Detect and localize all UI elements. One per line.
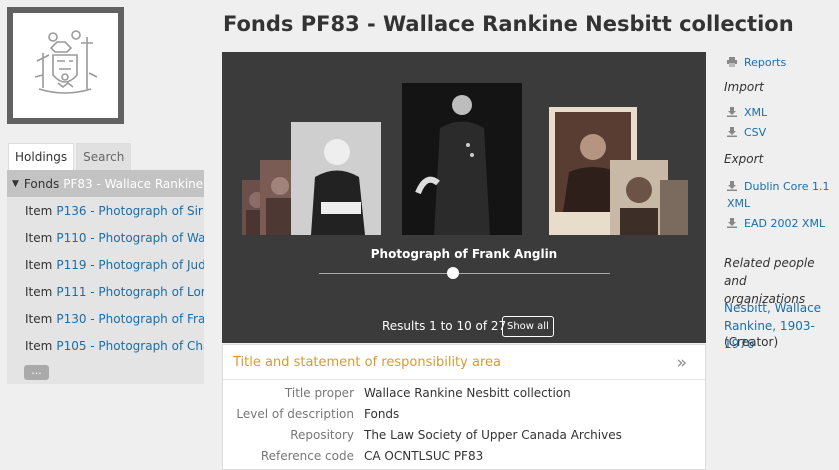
tree-item[interactable]: Item P119 - Photograph of Jud... <box>7 251 204 278</box>
holdings-tree: ▼ Fonds PF83 - Wallace Rankine ... Item … <box>7 170 204 384</box>
import-csv-label[interactable]: CSV <box>744 126 766 139</box>
import-xml-label[interactable]: XML <box>744 106 767 119</box>
tree-item-link[interactable]: P110 - Photograph of Wal... <box>56 231 204 245</box>
tree-item-level: Item <box>25 230 53 245</box>
page-title: Fonds PF83 - Wallace Rankine Nesbitt col… <box>223 12 794 36</box>
tree-tabs: Holdings Search <box>8 143 132 170</box>
tree-item[interactable]: Item P110 - Photograph of Wal... <box>7 224 204 251</box>
import-heading: Import <box>724 80 764 94</box>
tree-item-link[interactable]: P105 - Photograph of Cha... <box>56 339 204 353</box>
carousel-thumbnail[interactable] <box>291 122 381 235</box>
section-heading[interactable]: Title and statement of responsibility ar… <box>223 345 705 380</box>
field-title-proper: Title proper Wallace Rankine Nesbitt col… <box>223 382 705 403</box>
reports-link-label[interactable]: Reports <box>744 56 786 69</box>
field-value: CA OCNTLSUC PF83 <box>364 448 484 463</box>
related-role: (Creator) <box>724 335 779 349</box>
import-csv-link[interactable]: CSV <box>727 126 766 139</box>
download-icon <box>727 218 737 228</box>
export-dublin-core-label-line2[interactable]: XML <box>727 197 750 210</box>
field-label: Level of description <box>236 406 354 421</box>
field-reference-code: Reference code CA OCNTLSUC PF83 <box>223 445 705 466</box>
tree-more-button[interactable]: ... <box>24 365 49 380</box>
download-icon <box>727 127 737 137</box>
carousel-thumbnail-active[interactable] <box>402 83 522 235</box>
image-carousel: Photograph of Frank Anglin Results 1 to … <box>222 52 706 343</box>
tab-search[interactable]: Search <box>76 143 132 170</box>
tree-item-link[interactable]: P130 - Photograph of Fra... <box>56 312 204 326</box>
repository-logo[interactable] <box>7 7 124 124</box>
title-statement-section: Title and statement of responsibility ar… <box>222 344 706 470</box>
double-chevron-icon[interactable]: » <box>677 353 687 373</box>
field-repository: Repository The Law Society of Upper Cana… <box>223 424 705 445</box>
reports-link[interactable]: Reports <box>727 56 786 69</box>
carousel-slider-track[interactable] <box>319 273 610 274</box>
tree-root-title[interactable]: PF83 - Wallace Rankine ... <box>63 177 204 191</box>
results-count: Results 1 to 10 of 27 <box>382 319 507 333</box>
field-level-of-description: Level of description Fonds <box>223 403 705 424</box>
tree-item-link[interactable]: P136 - Photograph of Sir ... <box>56 204 204 218</box>
export-heading: Export <box>724 152 764 166</box>
import-xml-link[interactable]: XML <box>727 106 767 119</box>
portrait-image <box>402 83 522 235</box>
carousel-slider-handle[interactable] <box>446 267 459 279</box>
export-ead-link[interactable]: EAD 2002 XML <box>727 217 825 230</box>
coat-of-arms-icon <box>34 30 98 94</box>
tree-item-link[interactable]: P111 - Photograph of Lor... <box>56 285 204 299</box>
tree-item[interactable]: Item P130 - Photograph of Fra... <box>7 305 204 332</box>
carousel-thumbnail[interactable] <box>660 180 688 235</box>
export-dublin-core-label[interactable]: Dublin Core 1.1 <box>744 180 829 193</box>
tab-holdings[interactable]: Holdings <box>8 143 75 170</box>
tree-item-level: Item <box>25 257 53 272</box>
related-name-line1[interactable]: Nesbitt, Wallace <box>724 301 821 315</box>
tree-root-node[interactable]: ▼ Fonds PF83 - Wallace Rankine ... <box>7 170 204 197</box>
tree-item-link[interactable]: P119 - Photograph of Jud... <box>56 258 204 272</box>
download-icon <box>727 107 737 117</box>
show-all-button[interactable]: Show all <box>502 316 554 337</box>
export-ead-label[interactable]: EAD 2002 XML <box>744 217 825 230</box>
tree-item[interactable]: Item P105 - Photograph of Cha... <box>7 332 204 359</box>
field-value: Fonds <box>364 406 400 421</box>
section-heading-text[interactable]: Title and statement of responsibility ar… <box>233 355 501 370</box>
tree-root-level: Fonds <box>23 176 60 191</box>
printer-icon <box>727 57 737 67</box>
field-label: Reference code <box>260 448 354 463</box>
field-label: Repository <box>290 427 354 442</box>
portrait-image <box>291 122 381 235</box>
caret-down-icon[interactable]: ▼ <box>12 179 19 189</box>
tree-item-level: Item <box>25 284 53 299</box>
repository-link[interactable]: The Law Society of Upper Canada Archives <box>364 428 622 442</box>
download-icon <box>727 181 737 191</box>
tree-item[interactable]: Item P111 - Photograph of Lor... <box>7 278 204 305</box>
field-value: Wallace Rankine Nesbitt collection <box>364 385 571 400</box>
tree-item-level: Item <box>25 203 53 218</box>
tree-item-level: Item <box>25 311 53 326</box>
tree-item-level: Item <box>25 338 53 353</box>
carousel-caption: Photograph of Frank Anglin <box>370 247 558 261</box>
related-heading-line1: Related people and <box>724 256 815 288</box>
field-label: Title proper <box>284 385 354 400</box>
tree-item[interactable]: Item P136 - Photograph of Sir ... <box>7 197 204 224</box>
export-dublin-core-link[interactable]: Dublin Core 1.1 XML <box>727 178 829 212</box>
